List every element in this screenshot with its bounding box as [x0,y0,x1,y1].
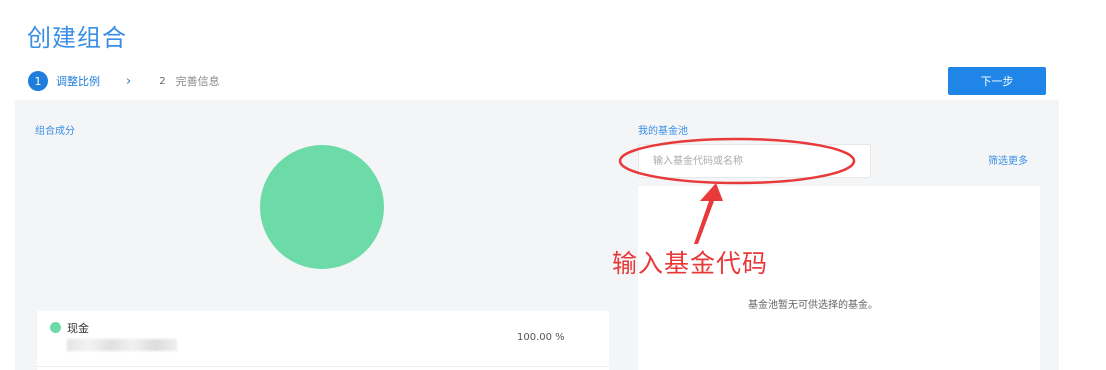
main-content: 组合成分 现金 100.00 % 我的基金池 筛选更多 基金池暂无可供选择的基金… [15,100,1059,370]
next-step-button[interactable]: 下一步 [948,67,1046,95]
chevron-right-icon: › [126,73,132,89]
holding-percent: 100.00 % [517,332,565,343]
empty-state-text: 基金池暂无可供选择的基金。 [748,300,878,311]
holding-color-dot [50,322,61,333]
composition-pie-chart [259,144,385,270]
fund-search-input[interactable] [639,145,870,177]
holding-row: 现金 100.00 % [37,311,609,370]
page-title: 创建组合 [27,24,127,52]
step-1-number: 1 [28,71,48,91]
fund-pool-title: 我的基金池 [638,126,688,137]
step-2-label[interactable]: 完善信息 [176,73,220,89]
pie-chart-svg [260,145,384,269]
pie-slice-0 [260,145,384,269]
fund-search-box[interactable] [638,144,871,178]
step-2-number: 2 [159,75,166,87]
page: 创建组合 1 调整比例 › 2 完善信息 下一步 组合成分 现金 100.00 … [0,0,1106,370]
holding-detail-blurred [67,339,177,351]
holding-name: 现金 [67,322,89,335]
divider [37,366,609,367]
annotation-label: 输入基金代码 [612,249,769,278]
step-indicator: 1 调整比例 › 2 完善信息 [28,70,220,92]
portfolio-composition-title: 组合成分 [35,126,75,137]
step-1-label[interactable]: 调整比例 [56,73,100,89]
filter-more-link[interactable]: 筛选更多 [988,152,1028,167]
